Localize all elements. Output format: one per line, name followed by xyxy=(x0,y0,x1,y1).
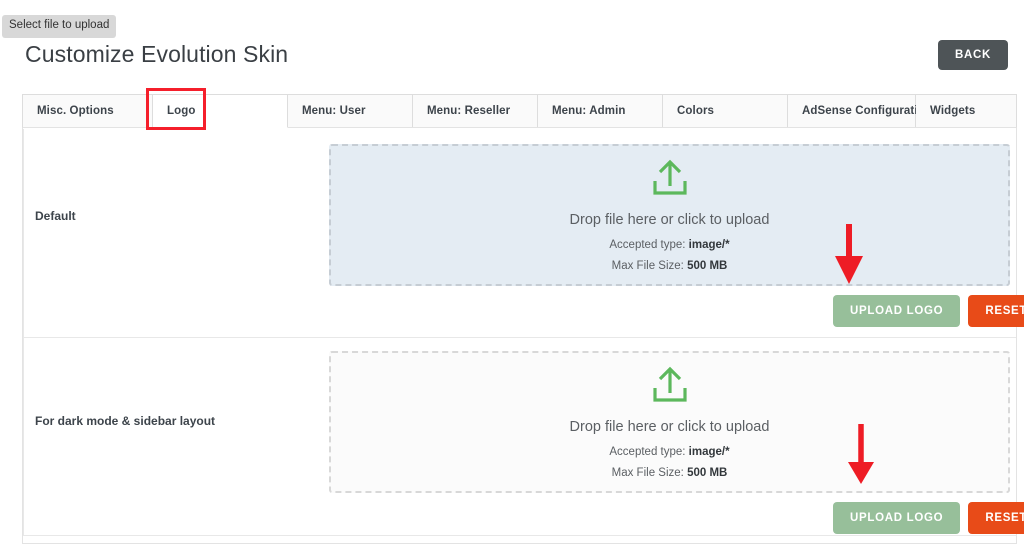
accepted-type-label: Accepted type: xyxy=(609,239,685,251)
max-size-label: Max File Size: xyxy=(612,260,684,272)
tab-adsense-configuration[interactable]: AdSense Configuration xyxy=(788,95,916,127)
column-divider xyxy=(23,129,24,337)
row-label-default: Default xyxy=(35,209,76,223)
back-button[interactable]: BACK xyxy=(938,40,1008,70)
tab-menu-admin[interactable]: Menu: Admin xyxy=(538,95,663,127)
browser-status-chip: Select file to upload xyxy=(2,15,116,38)
tab-label: Logo xyxy=(167,105,196,117)
accepted-type-value: image/* xyxy=(689,239,730,251)
logo-actions-default: UPLOAD LOGO RESET LOGO xyxy=(833,295,1024,327)
upload-arrow-tray-icon xyxy=(648,366,692,406)
tab-label: AdSense Configuration xyxy=(802,105,932,117)
row-label-dark-mode: For dark mode & sidebar layout xyxy=(35,414,215,428)
dropzone-main-text: Drop file here or click to upload xyxy=(570,212,770,228)
tab-menu-user[interactable]: Menu: User xyxy=(288,95,413,127)
logo-actions-dark-mode: UPLOAD LOGO RESET LOGO xyxy=(833,502,1024,534)
tab-label: Menu: Admin xyxy=(552,105,626,117)
tab-menu-reseller[interactable]: Menu: Reseller xyxy=(413,95,538,127)
dropzone-dark-mode-logo[interactable]: Drop file here or click to upload Accept… xyxy=(329,351,1010,493)
accepted-type-label: Accepted type: xyxy=(609,446,685,458)
logo-row-dark-mode: For dark mode & sidebar layout Drop file… xyxy=(23,338,1016,535)
dropzone-default-logo[interactable]: Drop file here or click to upload Accept… xyxy=(329,144,1010,286)
dropzone-accepted-type: Accepted type: image/* xyxy=(609,446,729,458)
reset-logo-button-dark-mode[interactable]: RESET LOGO xyxy=(968,502,1024,534)
dropzone-max-file-size: Max File Size: 500 MB xyxy=(612,467,728,479)
accepted-type-value: image/* xyxy=(689,446,730,458)
dropzone-max-file-size: Max File Size: 500 MB xyxy=(612,260,728,272)
upload-logo-button-default[interactable]: UPLOAD LOGO xyxy=(833,295,960,327)
tab-widgets[interactable]: Widgets xyxy=(916,95,1016,127)
max-size-value: 500 MB xyxy=(687,260,727,272)
tab-label: Colors xyxy=(677,105,714,117)
dropzone-accepted-type: Accepted type: image/* xyxy=(609,239,729,251)
tab-label: Menu: Reseller xyxy=(427,105,510,117)
tab-label: Menu: User xyxy=(302,105,366,117)
upload-arrow-tray-icon xyxy=(648,159,692,199)
dropzone-main-text: Drop file here or click to upload xyxy=(570,419,770,435)
upload-logo-button-dark-mode[interactable]: UPLOAD LOGO xyxy=(833,502,960,534)
max-size-label: Max File Size: xyxy=(612,467,684,479)
column-divider xyxy=(23,338,24,535)
tab-label: Misc. Options xyxy=(37,105,114,117)
logo-row-default: Default Drop file here or click to uploa… xyxy=(23,129,1016,337)
tab-logo[interactable]: Logo xyxy=(153,95,288,128)
reset-logo-button-default[interactable]: RESET LOGO xyxy=(968,295,1024,327)
page-root: Select file to upload Customize Evolutio… xyxy=(0,0,1024,556)
tab-colors[interactable]: Colors xyxy=(663,95,788,127)
tab-misc-options[interactable]: Misc. Options xyxy=(23,95,153,127)
tab-label: Widgets xyxy=(930,105,975,117)
tab-bar: Misc. Options Logo Menu: User Menu: Rese… xyxy=(22,94,1017,128)
page-title: Customize Evolution Skin xyxy=(25,41,288,68)
panel-bottom-divider xyxy=(23,535,1016,536)
max-size-value: 500 MB xyxy=(687,467,727,479)
